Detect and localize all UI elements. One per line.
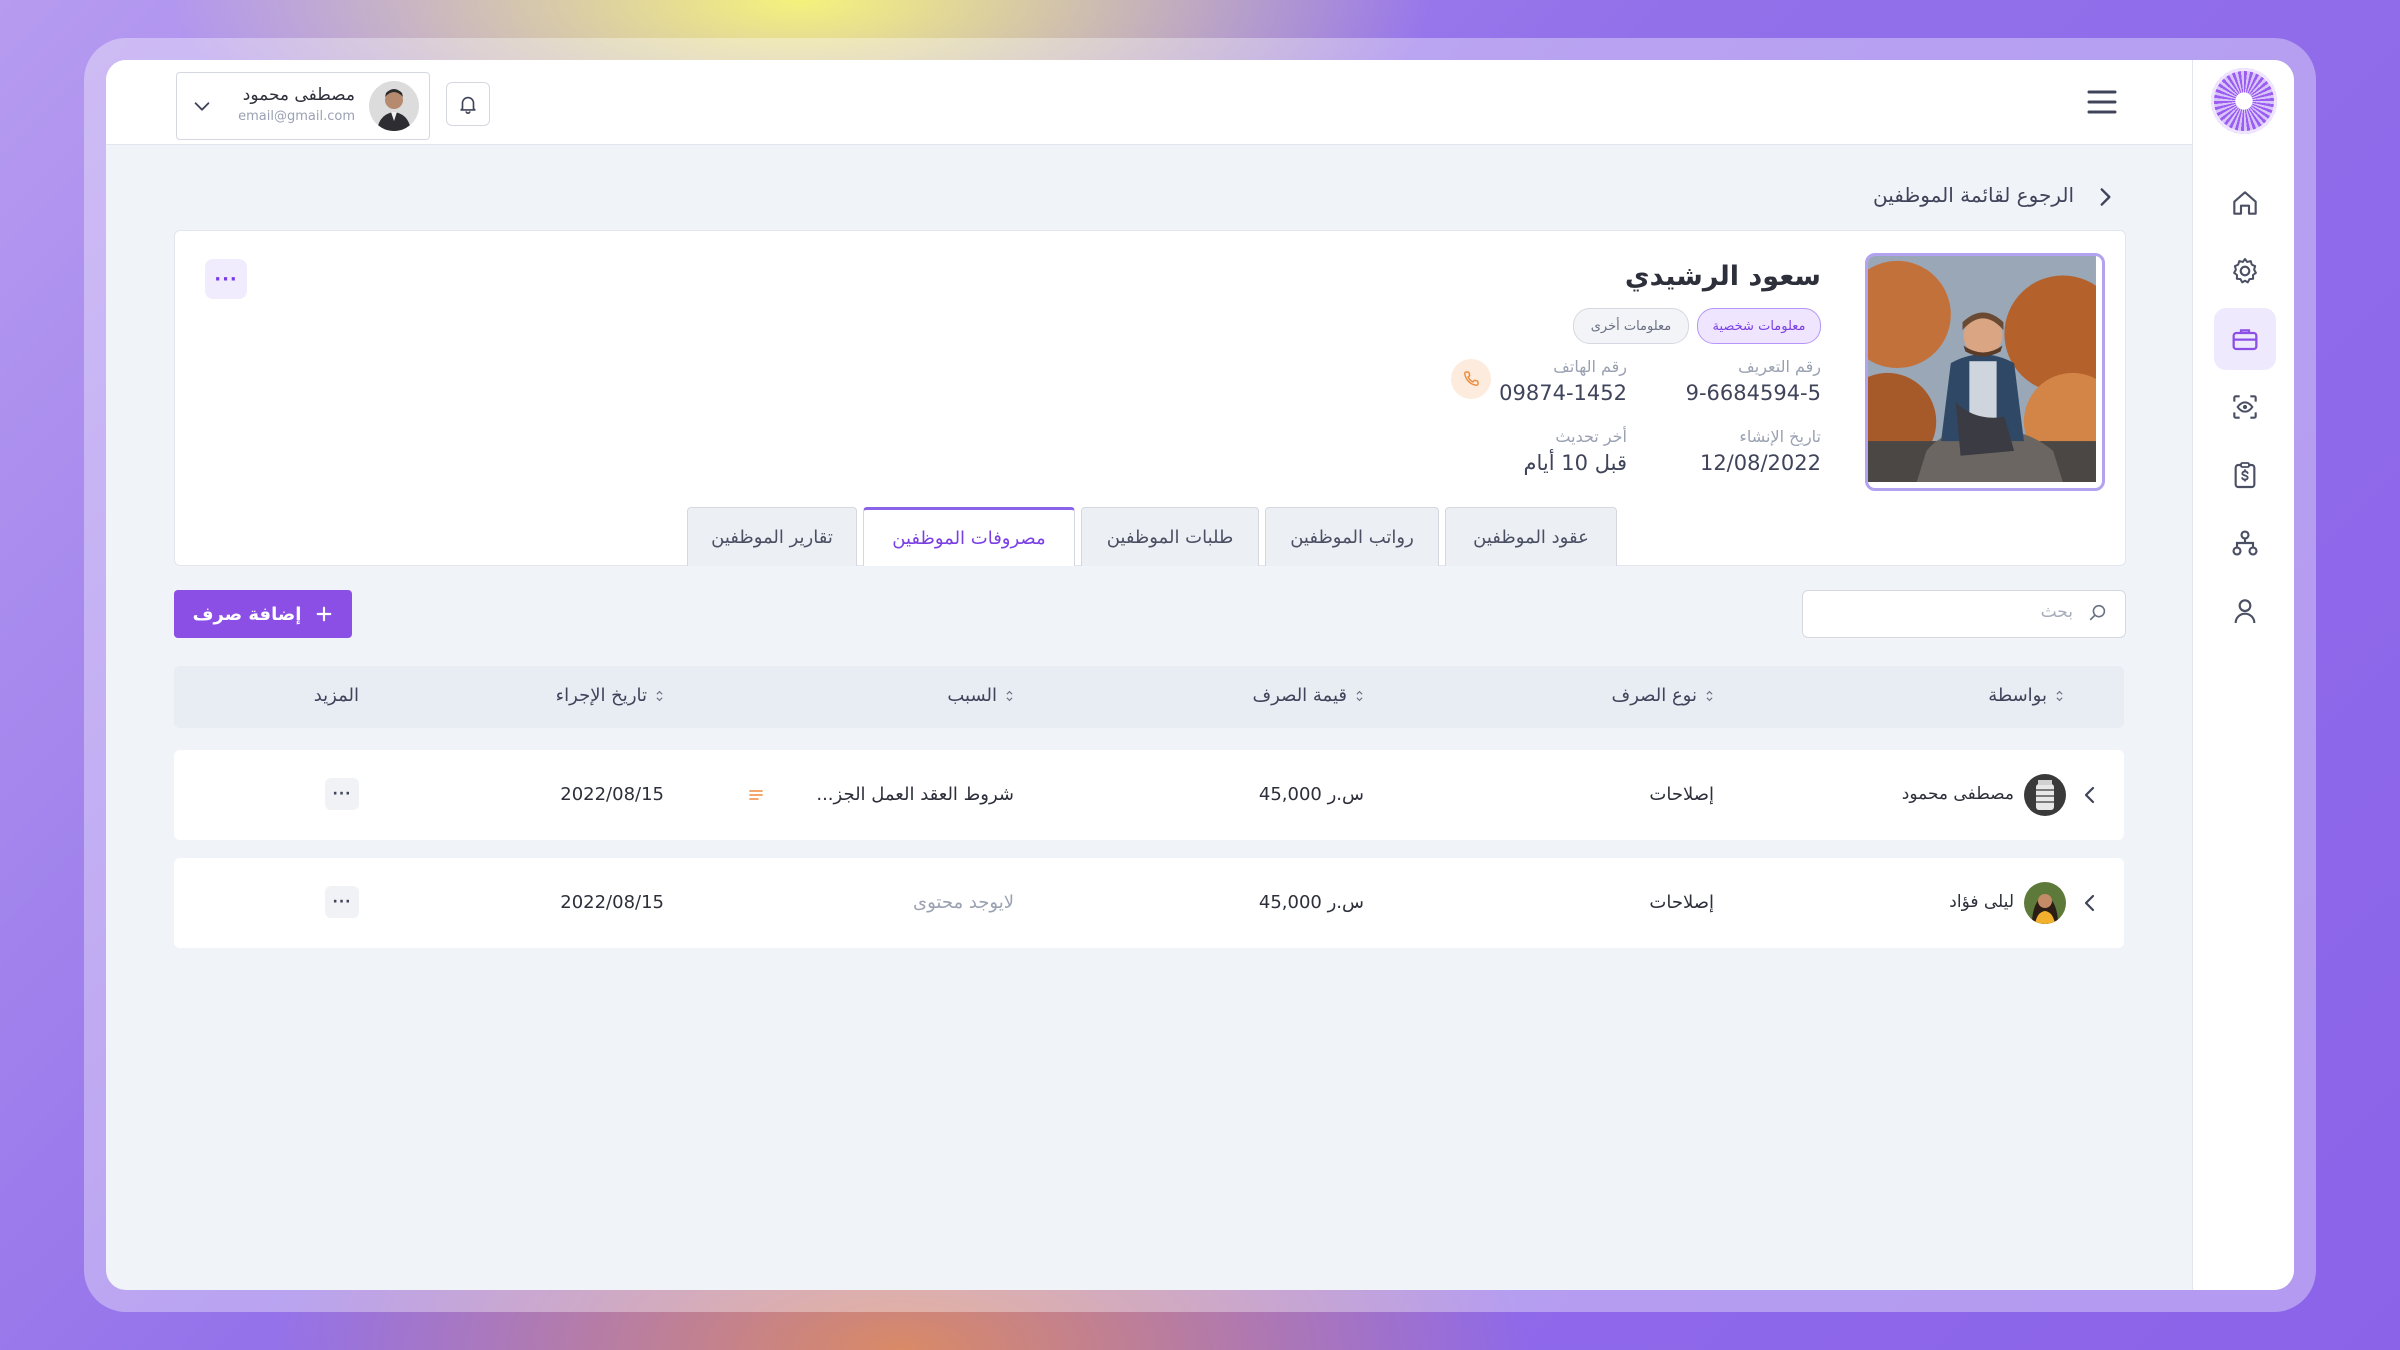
tab-salaries[interactable]: رواتب الموظفين xyxy=(1265,507,1439,566)
cell-by: ليلى فؤاد xyxy=(1949,892,2014,912)
sort-icon xyxy=(1706,690,1713,701)
col-type[interactable]: نوع الصرف xyxy=(1612,685,1714,706)
call-button[interactable] xyxy=(1451,359,1491,399)
hamburger-menu-icon[interactable] xyxy=(2086,88,2118,116)
sort-icon xyxy=(2056,690,2063,701)
cell-type: إصلاحات xyxy=(1649,892,1714,913)
table-row[interactable]: ليلى فؤاد إصلاحات 45,000 س.ر لايوجد محتو… xyxy=(174,858,2124,948)
tab-personal-info[interactable]: معلومات شخصية xyxy=(1697,308,1821,344)
employee-name: سعود الرشيدي xyxy=(1624,261,1821,292)
tab-requests[interactable]: طلبات الموظفين xyxy=(1081,507,1259,566)
phone-icon xyxy=(1464,371,1479,386)
user-menu[interactable]: مصطفى محمود email@gmail.com xyxy=(176,72,430,140)
cell-amount: 45,000 س.ر xyxy=(1258,892,1364,913)
cell-amount: 45,000 س.ر xyxy=(1258,784,1364,805)
table-row[interactable]: مصطفى محمود إصلاحات 45,000 س.ر ...شروط ا… xyxy=(174,750,2124,840)
updated-label: أخر تحديث xyxy=(1555,427,1627,446)
cell-by: مصطفى محمود xyxy=(1901,784,2014,804)
add-expense-button[interactable]: إضافة صرف xyxy=(174,590,352,638)
cell-date: 2022/08/15 xyxy=(560,892,664,913)
created-value: 12/08/2022 xyxy=(1699,451,1821,475)
org-chart-icon xyxy=(2232,530,2258,556)
phone-value: 09874-1452 xyxy=(1499,381,1627,405)
briefcase-icon xyxy=(2232,329,2258,351)
top-bar: مصطفى محمود email@gmail.com xyxy=(106,60,2192,145)
col-date[interactable]: تاريخ الإجراء xyxy=(556,685,664,706)
home-icon xyxy=(2233,191,2257,215)
avatar xyxy=(2024,774,2066,816)
sort-icon xyxy=(1006,690,1013,701)
nav-profile[interactable] xyxy=(2214,580,2276,642)
employee-card: سعود الرشيدي معلومات شخصية معلومات أخرى … xyxy=(174,230,2126,566)
table-header: بواسطة نوع الصرف قيمة الصرف السبب تاريخ … xyxy=(174,666,2124,728)
nav-scan[interactable] xyxy=(2214,376,2276,438)
plus-icon xyxy=(317,606,332,622)
avatar[interactable] xyxy=(369,81,419,131)
employee-more-button[interactable]: ··· xyxy=(205,259,247,299)
tab-contracts[interactable]: عقود الموظفين xyxy=(1445,507,1617,566)
row-more-button[interactable]: ··· xyxy=(325,886,359,918)
add-expense-label: إضافة صرف xyxy=(192,603,302,625)
updated-value: قبل 10 أيام xyxy=(1523,451,1627,475)
settings-icon xyxy=(2233,258,2257,284)
user-name: مصطفى محمود xyxy=(242,85,355,105)
clipboard-dollar-icon xyxy=(2234,462,2256,489)
search-input[interactable]: بحث xyxy=(1802,590,2126,638)
tab-reports[interactable]: تقارير الموظفين xyxy=(687,507,857,566)
col-amount[interactable]: قيمة الصرف xyxy=(1253,685,1365,706)
notifications-button[interactable] xyxy=(446,82,490,126)
user-email: email@gmail.com xyxy=(238,109,355,124)
back-chevron-icon[interactable] xyxy=(2092,184,2118,210)
nav-settings[interactable] xyxy=(2214,240,2276,302)
search-icon xyxy=(2089,604,2106,621)
brand-logo[interactable] xyxy=(2211,68,2277,134)
sidebar xyxy=(2192,60,2294,1290)
cell-reason: ...شروط العقد العمل الجز xyxy=(816,784,1014,805)
scan-icon xyxy=(2233,395,2257,419)
col-by[interactable]: بواسطة xyxy=(1988,685,2064,706)
tab-other-info[interactable]: معلومات أخرى xyxy=(1573,308,1689,344)
user-icon xyxy=(2234,599,2256,624)
nav-home[interactable] xyxy=(2214,172,2276,234)
id-label: رقم التعريف xyxy=(1738,357,1821,376)
sort-icon xyxy=(656,690,663,701)
cell-type: إصلاحات xyxy=(1649,784,1714,805)
chevron-down-icon[interactable] xyxy=(191,95,213,117)
id-value: 9-6684594-5 xyxy=(1685,381,1821,405)
expand-chevron-icon[interactable] xyxy=(2078,891,2102,915)
breadcrumb[interactable]: الرجوع لقائمة الموظفين xyxy=(1873,183,2074,207)
app-window: مصطفى محمود email@gmail.com الرجوع لقائم… xyxy=(106,60,2294,1290)
nav-organization[interactable] xyxy=(2214,512,2276,574)
note-icon[interactable] xyxy=(748,787,764,803)
row-more-button[interactable]: ··· xyxy=(325,778,359,810)
cell-reason: لايوجد محتوى xyxy=(913,892,1014,913)
employee-photo xyxy=(1865,253,2105,491)
phone-label: رقم الهاتف xyxy=(1553,357,1627,376)
expand-chevron-icon[interactable] xyxy=(2078,783,2102,807)
col-more: المزيد xyxy=(313,685,359,706)
col-reason[interactable]: السبب xyxy=(947,685,1014,706)
tab-expenses[interactable]: مصروفات الموظفين xyxy=(863,507,1075,566)
avatar xyxy=(2024,882,2066,924)
bell-icon xyxy=(460,96,476,114)
search-placeholder: بحث xyxy=(2040,602,2073,622)
sort-icon xyxy=(1356,690,1363,701)
nav-employees[interactable] xyxy=(2214,308,2276,370)
cell-date: 2022/08/15 xyxy=(560,784,664,805)
created-label: تاريخ الإنشاء xyxy=(1739,427,1821,446)
nav-finance[interactable] xyxy=(2214,444,2276,506)
